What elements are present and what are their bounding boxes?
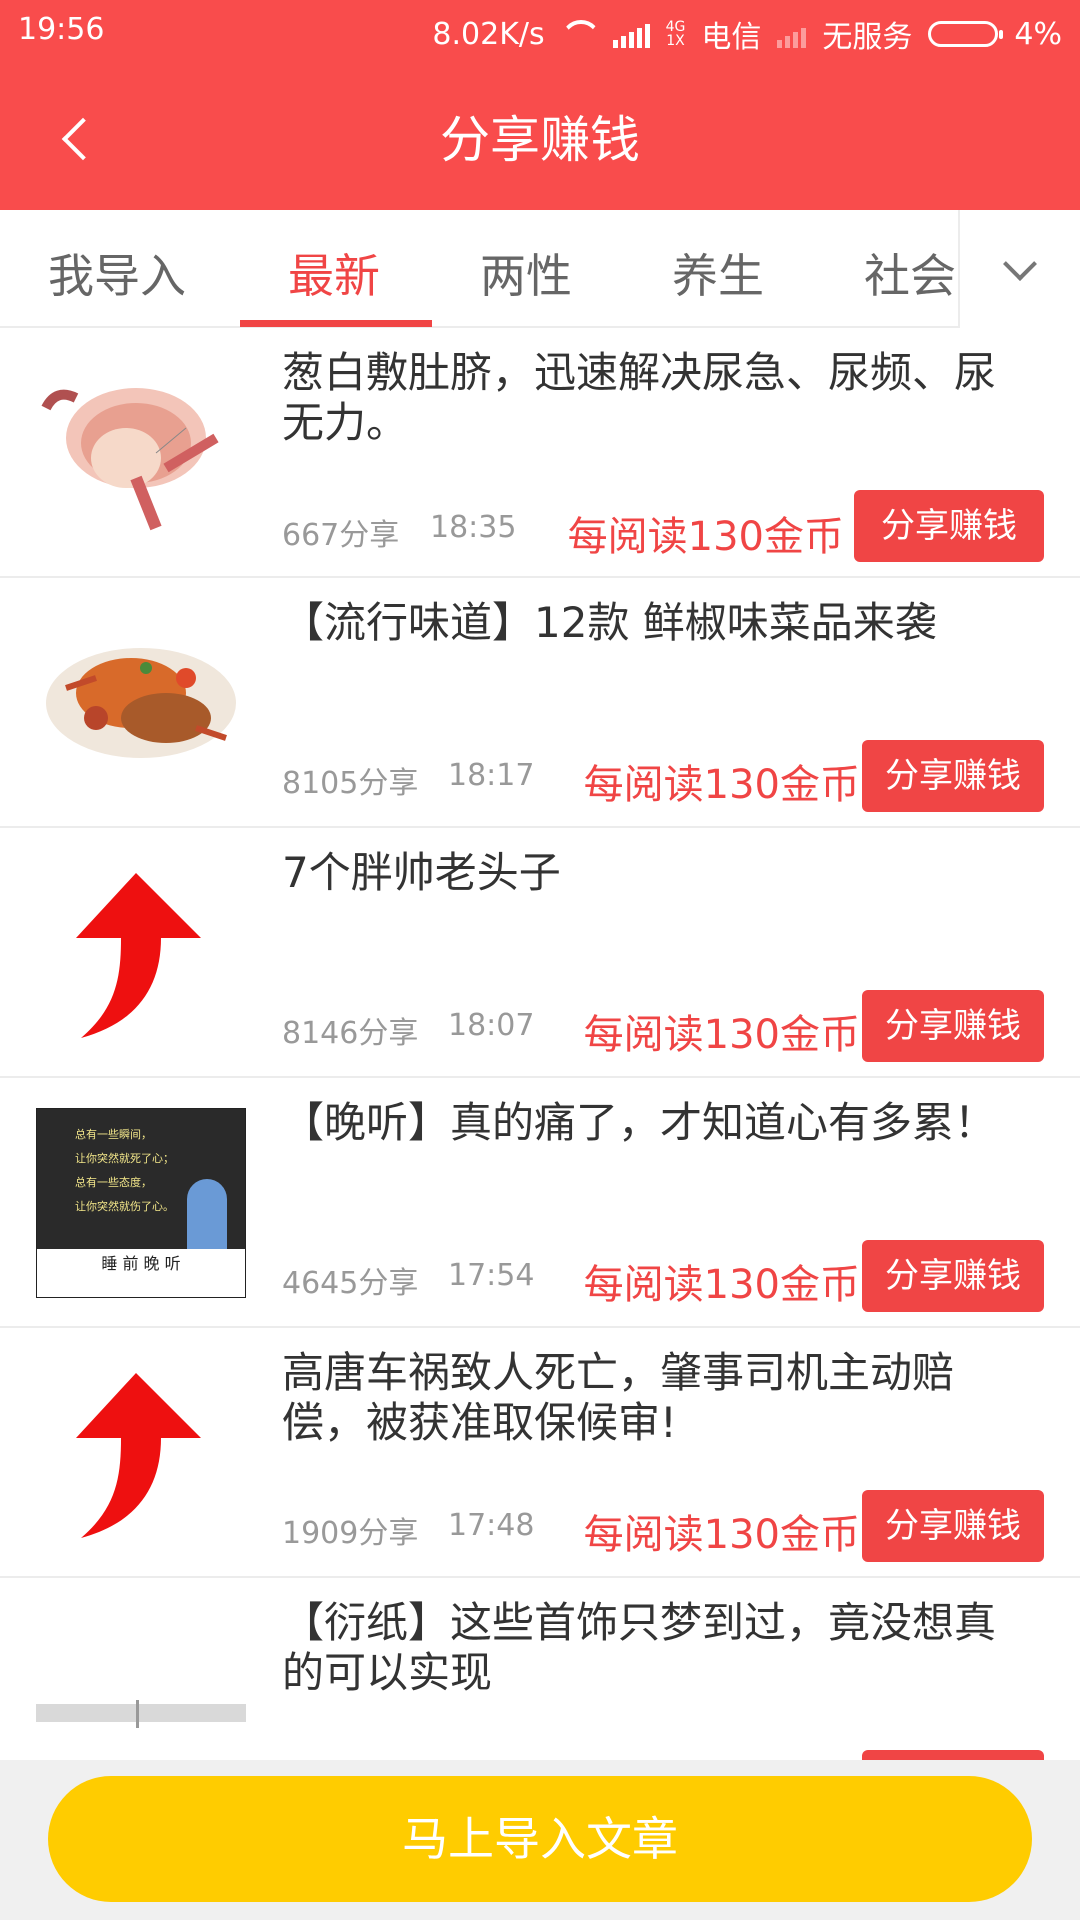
tab-society[interactable]: 社会 <box>864 240 956 306</box>
reward-text: 每阅读130金币 <box>583 762 860 808</box>
battery-percent: 4% <box>1014 16 1062 52</box>
list-item[interactable]: 葱白敷肚脐，迅速解决尿急、尿频、尿无力。 667分享 18:35 每阅读130金… <box>0 328 1080 578</box>
chalkboard-line: 让你突然就死了心； <box>75 1152 174 1165</box>
reward-text: 每阅读130金币 <box>583 1512 860 1558</box>
tab-latest[interactable]: 最新 <box>288 240 380 306</box>
list-item[interactable]: 高唐车祸致人死亡，肇事司机主动赔偿，被获准取保候审! 1909分享 17:48 … <box>0 1328 1080 1578</box>
article-thumbnail <box>36 858 246 1048</box>
share-count: 4645分享 <box>282 1266 419 1301</box>
network-type-top: 4G <box>665 19 686 35</box>
red-arrow-icon <box>36 858 246 1048</box>
share-earn-button[interactable] <box>862 1750 1044 1760</box>
network-speed: 8.02K/s <box>432 16 545 52</box>
app-header: 分享赚钱 <box>0 62 1080 210</box>
article-time: 17:48 <box>448 1508 535 1543</box>
article-title[interactable]: 【晚听】真的痛了，才知道心有多累！ <box>282 1098 1022 1148</box>
share-earn-button[interactable]: 分享赚钱 <box>862 1240 1044 1312</box>
chalkboard-line: 让你突然就伤了心。 <box>75 1200 174 1213</box>
reward-text: 每阅读130金币 <box>583 1012 860 1058</box>
signal-icon <box>612 20 650 48</box>
reward-text: 每阅读130金币 <box>583 1262 860 1308</box>
article-title[interactable]: 葱白敷肚脐，迅速解决尿急、尿频、尿无力。 <box>282 348 1022 448</box>
chevron-down-icon[interactable] <box>958 210 1080 328</box>
article-thumbnail <box>36 1358 246 1548</box>
share-count: 667分享 <box>282 518 400 553</box>
article-thumbnail: 总有一些瞬间， 让你突然就死了心； 总有一些态度， 让你突然就伤了心。 睡 前 … <box>36 1108 246 1298</box>
category-tabs: 我导入 最新 两性 养生 社会 <box>0 210 1080 328</box>
share-count: 8146分享 <box>282 1016 419 1051</box>
article-time: 18:17 <box>448 758 535 793</box>
page-title: 分享赚钱 <box>440 111 640 169</box>
share-earn-button[interactable]: 分享赚钱 <box>862 990 1044 1062</box>
status-right: 8.02K/s 4G 1X 电信 无服务 4% <box>432 12 1062 56</box>
import-article-button[interactable]: 马上导入文章 <box>48 1776 1032 1902</box>
red-arrow-icon <box>36 1358 246 1548</box>
share-count: 8105分享 <box>282 766 419 801</box>
share-count: 1909分享 <box>282 1516 419 1551</box>
article-time: 18:07 <box>448 1008 535 1043</box>
list-item[interactable]: 总有一些瞬间， 让你突然就死了心； 总有一些态度， 让你突然就伤了心。 睡 前 … <box>0 1078 1080 1328</box>
article-title[interactable]: 【衍纸】这些首饰只梦到过，竟没想真的可以实现 <box>282 1598 1022 1698</box>
tab-health[interactable]: 养生 <box>672 240 764 306</box>
hand-icon <box>187 1179 227 1249</box>
article-time: 17:54 <box>448 1258 535 1293</box>
status-time: 19:56 <box>18 12 105 47</box>
network-type-bottom: 1X <box>666 33 685 49</box>
tab-gender[interactable]: 两性 <box>480 240 572 306</box>
chalkboard-text: 总有一些瞬间， 让你突然就死了心； 总有一些态度， 让你突然就伤了心。 <box>75 1123 174 1219</box>
list-item[interactable]: 【流行味道】12款 鲜椒味菜品来袭 8105分享 18:17 每阅读130金币 … <box>0 578 1080 828</box>
share-earn-button[interactable]: 分享赚钱 <box>854 490 1044 562</box>
article-title[interactable]: 7个胖帅老头子 <box>282 848 1022 898</box>
wifi-icon <box>561 20 597 48</box>
signal-weak-icon <box>777 20 807 48</box>
article-list: 葱白敷肚脐，迅速解决尿急、尿频、尿无力。 667分享 18:35 每阅读130金… <box>0 328 1080 1760</box>
battery-icon <box>928 21 1004 47</box>
thumb-caption: 睡 前 晚 听 <box>37 1249 245 1297</box>
chalkboard-line: 总有一些瞬间， <box>75 1128 152 1141</box>
list-item[interactable]: 【衍纸】这些首饰只梦到过，竟没想真的可以实现 <box>0 1578 1080 1760</box>
article-thumbnail <box>36 608 246 798</box>
crab-dish-icon <box>36 608 246 798</box>
paper-quilling-icon <box>36 1608 246 1760</box>
carrier-name: 电信 <box>701 20 762 55</box>
prostate-illustration-icon <box>36 358 246 548</box>
share-earn-button[interactable]: 分享赚钱 <box>862 1490 1044 1562</box>
bottom-bar: 马上导入文章 <box>0 1760 1080 1920</box>
no-service-text: 无服务 <box>822 20 913 55</box>
share-earn-button[interactable]: 分享赚钱 <box>862 740 1044 812</box>
article-title[interactable]: 【流行味道】12款 鲜椒味菜品来袭 <box>282 598 1022 648</box>
chalkboard-line: 总有一些态度， <box>75 1176 152 1189</box>
article-title[interactable]: 高唐车祸致人死亡，肇事司机主动赔偿，被获准取保候审! <box>282 1348 1022 1448</box>
article-thumbnail <box>36 358 246 548</box>
network-type: 4G 1X <box>666 20 686 48</box>
tab-import[interactable]: 我导入 <box>48 240 186 306</box>
article-time: 18:35 <box>430 510 517 545</box>
article-thumbnail <box>36 1608 246 1760</box>
list-item[interactable]: 7个胖帅老头子 8146分享 18:07 每阅读130金币 分享赚钱 <box>0 828 1080 1078</box>
active-tab-indicator <box>240 320 432 327</box>
status-bar: 19:56 8.02K/s 4G 1X 电信 无服务 4% <box>0 0 1080 62</box>
reward-text: 每阅读130金币 <box>567 514 844 560</box>
